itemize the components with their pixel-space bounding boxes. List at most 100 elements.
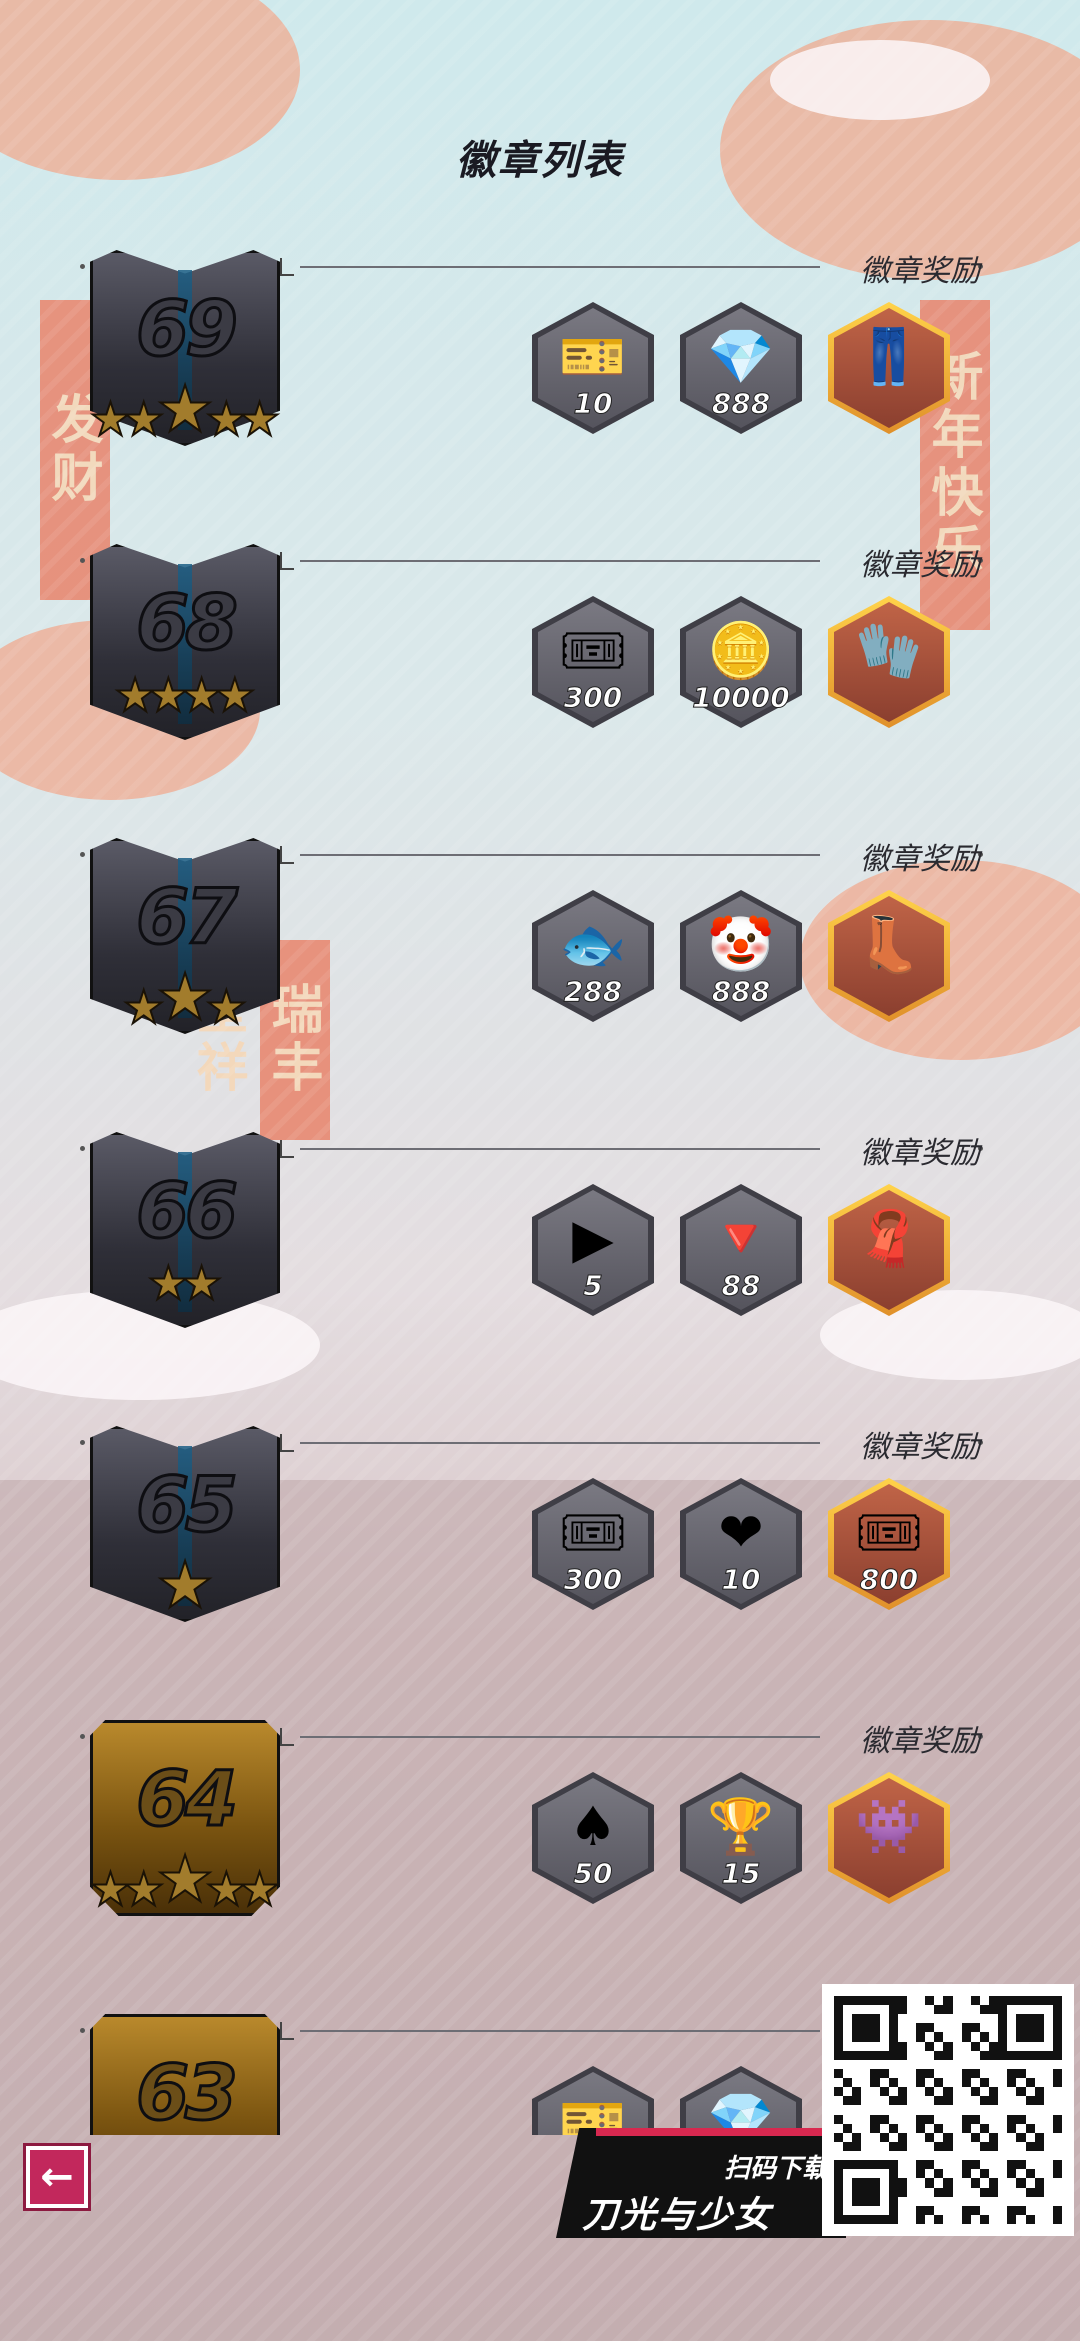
badge-shield-icon[interactable]: 69 ★ ★ ★ ★ ★: [89, 250, 281, 446]
row-divider: [280, 552, 820, 570]
reward-label: 徽章奖励: [860, 548, 980, 583]
badge-shield-icon[interactable]: 66 ★ ★: [90, 1132, 280, 1328]
reward-label: 徽章奖励: [860, 1430, 980, 1465]
reward-item[interactable]: 💎 888: [680, 302, 802, 434]
divider-dot: [80, 558, 85, 563]
badge-row: 68 ★ ★ ★ ★ 徽章奖励 🎟 300 🪙 10000 🧤: [0, 534, 1080, 828]
row-divider: [280, 1140, 820, 1158]
star-icon: ★: [205, 980, 248, 1034]
spade-card-icon: ♠: [568, 1795, 618, 1858]
armor-pants-icon: 👖: [855, 325, 923, 388]
row-divider: [280, 1434, 820, 1452]
page-title: 徽章列表: [456, 138, 624, 184]
star-icon: ★: [213, 668, 256, 722]
badge-stars: ★ ★ ★ ★ ★: [89, 1847, 281, 1916]
fish-icon: 🐟: [559, 913, 627, 976]
reward-quantity: 888: [711, 975, 771, 1009]
reward-items: 🐟 288 🤡 888 👢: [532, 890, 950, 1022]
prism-icon: 🔻: [707, 1207, 775, 1270]
trophy-ticket-icon: 🏆: [707, 1795, 775, 1858]
reward-item[interactable]: 🪙 10000: [680, 596, 802, 728]
download-promo-banner[interactable]: 扫码下载 刀光与少女: [556, 2128, 846, 2238]
reward-quantity: 800: [859, 1563, 919, 1597]
badge-shield-icon[interactable]: 63★★★★: [90, 2014, 280, 2135]
badge-row: 66 ★ ★ 徽章奖励 ▶ 5 🔻 88 🧣: [0, 1122, 1080, 1416]
reward-items: 🎫 💎: [532, 2066, 802, 2135]
reward-item[interactable]: 💎: [680, 2066, 802, 2135]
d-coupon-icon: 🎟: [558, 1501, 628, 1564]
reward-item[interactable]: ▶ 5: [532, 1184, 654, 1316]
reward-item[interactable]: 🎟 300: [532, 596, 654, 728]
qr-code[interactable]: [822, 1984, 1074, 2236]
divider-dot: [80, 1734, 85, 1739]
badge-shield-icon[interactable]: 64 ★ ★ ★ ★ ★: [89, 1720, 281, 1916]
reward-item[interactable]: 🎟 800: [828, 1478, 950, 1610]
reward-items: ♠ 50 🏆 15 👾: [532, 1772, 950, 1904]
reward-item[interactable]: 👖: [828, 302, 950, 434]
gauntlet-icon: 🧤: [855, 619, 923, 682]
reward-quantity: 50: [573, 1857, 613, 1891]
back-arrow-icon: ←: [40, 2154, 74, 2200]
reward-item[interactable]: 👾: [828, 1772, 950, 1904]
badge-shield-icon[interactable]: 67 ★ ★ ★: [90, 838, 280, 1034]
badge-stars: ★ ★ ★ ★ ★: [89, 377, 281, 446]
video-box-icon: ▶: [572, 1207, 614, 1270]
promo-scan-text: 扫码下载: [723, 2154, 828, 2184]
badge-level: 66: [135, 1165, 240, 1257]
reward-quantity: 288: [563, 975, 623, 1009]
reward-items: ▶ 5 🔻 88 🧣: [532, 1184, 950, 1316]
monster-costume-icon: 👾: [855, 1795, 923, 1858]
reward-item[interactable]: 🏆 15: [680, 1772, 802, 1904]
badge-level: 69: [135, 283, 240, 375]
row-divider: [280, 258, 820, 276]
reward-items: 🎟 300 🪙 10000 🧤: [532, 596, 950, 728]
badge-shield-icon[interactable]: 68 ★ ★ ★ ★: [90, 544, 280, 740]
reward-item[interactable]: ❤ 10: [680, 1478, 802, 1610]
star-icon: ★: [238, 1862, 281, 1916]
badge-list[interactable]: 69 ★ ★ ★ ★ ★ 徽章奖励 🎫 10 💎 888 👖 68 ★ ★ ★ ★ 徽章奖励 🎟 300 🪙 10000 🧤…: [0, 240, 1080, 2135]
back-button[interactable]: ←: [26, 2146, 88, 2208]
d-coupon-icon: 🎟: [854, 1501, 924, 1564]
reward-item[interactable]: 👢: [828, 890, 950, 1022]
reward-items: 🎟 300 ❤ 10 🎟 800: [532, 1478, 950, 1610]
badge-shield-icon[interactable]: 65 ★: [90, 1426, 280, 1622]
clown-box-icon: 🤡: [707, 913, 775, 976]
badge-stars: ★ ★: [90, 1256, 280, 1310]
badge-stars: ★ ★ ★ ★: [90, 668, 280, 722]
divider-dot: [80, 2028, 85, 2033]
upgrade-ticket-icon: 🎫: [559, 325, 627, 388]
row-divider: [280, 846, 820, 864]
badge-level: 65: [135, 1459, 240, 1551]
badge-row: 64 ★ ★ ★ ★ ★ 徽章奖励 ♠ 50 🏆 15 👾: [0, 1710, 1080, 2004]
gold-coin-icon: 🪙: [707, 619, 775, 682]
reward-item[interactable]: ♠ 50: [532, 1772, 654, 1904]
badge-stars: ★ ★ ★: [90, 965, 280, 1034]
reward-item[interactable]: 🎫: [532, 2066, 654, 2135]
star-icon: ★: [155, 1549, 214, 1623]
qr-code-pattern: [834, 1996, 1062, 2224]
reward-item[interactable]: 🎫 10: [532, 302, 654, 434]
reward-item[interactable]: 🤡 888: [680, 890, 802, 1022]
badge-row: 69 ★ ★ ★ ★ ★ 徽章奖励 🎫 10 💎 888 👖: [0, 240, 1080, 534]
badge-level: 67: [135, 871, 240, 963]
reward-items: 🎫 10 💎 888 👖: [532, 302, 950, 434]
reward-quantity: 10000: [692, 681, 790, 715]
row-divider: [280, 1728, 820, 1746]
reward-label: 徽章奖励: [860, 1724, 980, 1759]
star-icon: ★: [238, 392, 281, 446]
reward-quantity: 888: [711, 387, 771, 421]
reward-quantity: 10: [573, 387, 613, 421]
reward-quantity: 5: [583, 1269, 603, 1303]
promo-game-name: 刀光与少女: [582, 2195, 773, 2236]
scarf-icon: 🧣: [855, 1207, 923, 1270]
reward-quantity: 10: [721, 1563, 761, 1597]
reward-item[interactable]: 🔻 88: [680, 1184, 802, 1316]
badge-level: 68: [135, 577, 240, 669]
reward-item[interactable]: 🧤: [828, 596, 950, 728]
star-icon: ★: [180, 1256, 223, 1310]
reward-item[interactable]: 🎟 300: [532, 1478, 654, 1610]
badge-level: 63: [135, 2047, 240, 2136]
reward-item[interactable]: 🐟 288: [532, 890, 654, 1022]
reward-item[interactable]: 🧣: [828, 1184, 950, 1316]
divider-dot: [80, 1440, 85, 1445]
